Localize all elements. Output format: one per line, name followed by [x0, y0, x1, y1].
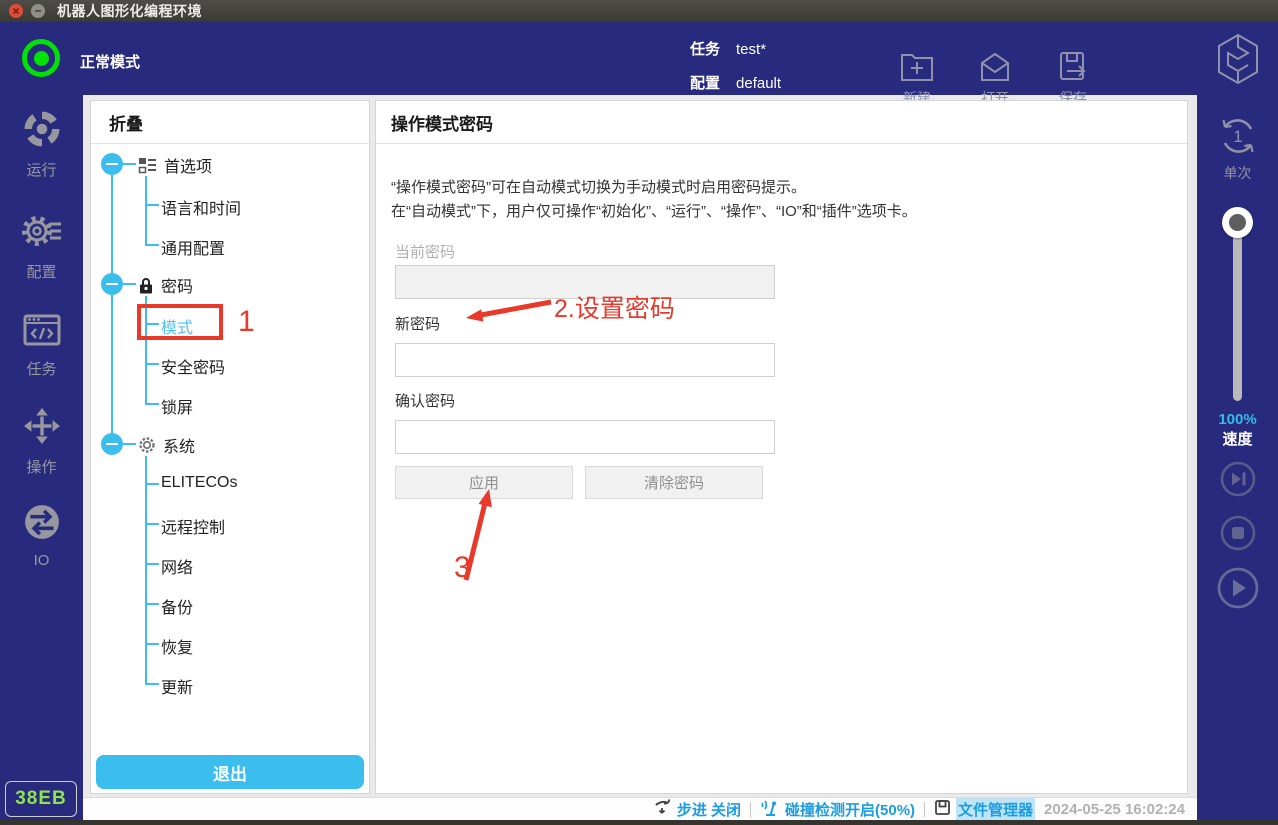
task-label: 任务: [690, 33, 720, 67]
task-value: test*: [736, 33, 766, 67]
speed-label: 速度: [1197, 428, 1278, 449]
sidebar-item-run[interactable]: 运行: [0, 110, 83, 180]
sidebar-item-config[interactable]: 配置: [0, 212, 83, 282]
tree-item-safety-password[interactable]: 安全密码: [161, 354, 225, 378]
tree-item-language-time[interactable]: 语言和时间: [161, 195, 241, 219]
confirm-password-field[interactable]: [395, 420, 775, 454]
config-value: default: [736, 67, 781, 101]
preferences-icon: [138, 157, 157, 174]
collision-detection-status[interactable]: 碰撞检测开启(50%): [760, 799, 915, 821]
tree-item-update[interactable]: 更新: [161, 674, 193, 698]
current-password-label: 当前密码: [395, 241, 455, 262]
apply-button[interactable]: 应用: [395, 466, 573, 499]
description-line-2: 在“自动模式”下，用户仅可操作“初始化”、“运行”、“操作”、“IO”和“插件”…: [391, 200, 917, 224]
description-line-1: “操作模式密码”可在自动模式切换为手动模式时启用密码提示。: [391, 176, 917, 200]
step-next-button[interactable]: [1197, 461, 1278, 497]
new-password-field[interactable]: [395, 343, 775, 377]
system-gear-icon: [138, 436, 156, 454]
new-password-label: 新密码: [395, 313, 440, 334]
task-config-info: 任务 test* 配置 default: [690, 33, 781, 101]
single-cycle-icon: 1: [1197, 113, 1278, 159]
clear-password-button[interactable]: 清除密码: [585, 466, 763, 499]
annotation-number-1: 1: [238, 305, 255, 339]
tree-item-lock-screen[interactable]: 锁屏: [161, 394, 193, 418]
tree-item-general-config[interactable]: 通用配置: [161, 235, 225, 259]
minimize-icon[interactable]: [31, 4, 45, 18]
single-cycle-label: 单次: [1224, 165, 1252, 181]
sidebar-item-operate[interactable]: 操作: [0, 407, 83, 477]
save-icon: [1040, 51, 1106, 83]
tree-item-restore[interactable]: 恢复: [161, 634, 193, 658]
tree-item-remote-control[interactable]: 远程控制: [161, 514, 225, 538]
speed-slider-knob[interactable]: [1222, 207, 1253, 238]
tree-node-system[interactable]: 系统: [138, 433, 195, 457]
task-icon: [22, 311, 62, 351]
tree-item-network[interactable]: 网络: [161, 554, 193, 578]
exit-button[interactable]: 退出: [96, 755, 364, 789]
collision-icon: [760, 799, 780, 821]
close-icon[interactable]: [9, 4, 23, 18]
right-control-sidebar: 1 单次 100% 速度: [1197, 95, 1278, 825]
operate-icon: [23, 407, 61, 449]
window-title: 机器人图形化编程环境: [57, 1, 202, 21]
file-manager-icon: [934, 799, 951, 820]
config-icon: [21, 212, 63, 254]
lock-icon: [138, 276, 154, 295]
tree-title[interactable]: 折叠: [109, 110, 143, 135]
app-header: 正常模式 任务test* 配置default 新建 打开 保存: [0, 22, 1278, 95]
mode-label: 正常模式: [80, 51, 140, 72]
status-datetime: 2024-05-25 16:02:24: [1044, 801, 1185, 818]
speed-slider-track[interactable]: [1233, 215, 1242, 401]
window-titlebar: 机器人图形化编程环境: [0, 0, 1278, 22]
play-button[interactable]: [1197, 567, 1278, 609]
page-title: 操作模式密码: [391, 110, 493, 135]
description-text: “操作模式密码”可在自动模式切换为手动模式时启用密码提示。 在“自动模式”下，用…: [391, 176, 917, 224]
config-label: 配置: [690, 67, 720, 101]
collapse-icon[interactable]: [101, 433, 123, 455]
confirm-password-label: 确认密码: [395, 390, 455, 411]
file-manager-link[interactable]: 文件管理器: [934, 798, 1035, 821]
tree-node-preferences[interactable]: 首选项: [138, 153, 212, 177]
step-mode-icon: [654, 799, 672, 820]
single-cycle-control[interactable]: 1 单次: [1197, 113, 1278, 183]
run-icon: [23, 110, 61, 152]
tree-item-elitecos[interactable]: ELITECOs: [161, 474, 237, 492]
tree-node-password[interactable]: 密码: [138, 273, 193, 297]
svg-text:1: 1: [1233, 127, 1242, 146]
collapse-icon[interactable]: [101, 273, 123, 295]
new-task-icon: [884, 51, 950, 83]
tree-item-backup[interactable]: 备份: [161, 594, 193, 618]
sidebar-item-io[interactable]: IO: [0, 503, 83, 569]
status-separator: [750, 802, 751, 817]
open-task-icon: [962, 51, 1028, 83]
brand-logo: [1214, 32, 1262, 91]
operation-mode-password-panel: 操作模式密码 “操作模式密码”可在自动模式切换为手动模式时启用密码提示。 在“自…: [375, 100, 1188, 794]
annotation-number-3: 3: [454, 551, 471, 585]
robot-status-icon[interactable]: [22, 39, 60, 77]
left-nav-sidebar: 运行 配置 任务 操作 IO 38EB: [0, 95, 83, 825]
collapse-icon[interactable]: [101, 153, 123, 175]
sidebar-item-task[interactable]: 任务: [0, 311, 83, 379]
tree-item-mode[interactable]: 模式: [161, 314, 193, 338]
settings-tree-panel: 折叠 首选项 语言和时间 通用配置 密码 模式 安全密码 锁屏 系统: [90, 100, 370, 794]
stop-button[interactable]: [1197, 515, 1278, 551]
step-mode-status[interactable]: 步进 关闭: [654, 799, 741, 820]
status-separator: [924, 802, 925, 817]
status-bar: 步进 关闭 碰撞检测开启(50%) 文件管理器 2024-05-25 16:02…: [83, 797, 1197, 821]
current-password-field[interactable]: [395, 265, 775, 299]
io-icon: [23, 503, 61, 545]
bottom-strip: [0, 820, 1278, 825]
speed-value: 100%: [1197, 411, 1278, 428]
status-badge: 38EB: [5, 781, 77, 817]
